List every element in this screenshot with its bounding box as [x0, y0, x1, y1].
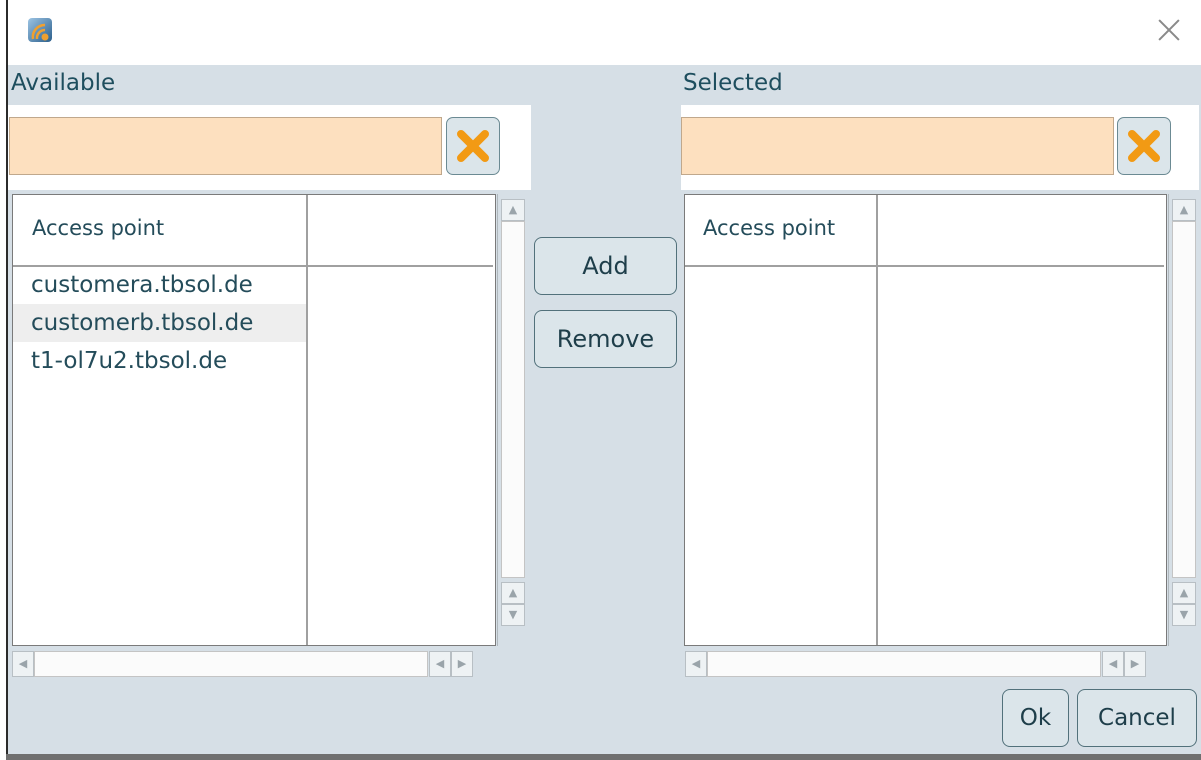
available-filter-input[interactable]: [9, 117, 442, 175]
ok-button[interactable]: Ok: [1002, 689, 1069, 747]
table-header-divider: [685, 265, 1164, 267]
scroll-left-icon[interactable]: ◀: [685, 651, 707, 677]
selected-vertical-scrollbar[interactable]: ▲ ▲ ▼: [1168, 194, 1200, 646]
scroll-up-icon[interactable]: ▲: [1172, 199, 1196, 221]
available-label: Available: [11, 70, 116, 96]
app-logo-icon: [27, 17, 53, 43]
scroll-up-icon[interactable]: ▲: [501, 199, 525, 221]
table-row[interactable]: t1-ol7u2.tbsol.de: [13, 342, 306, 380]
column-header-access-point[interactable]: Access point: [703, 216, 835, 240]
scroll-track[interactable]: [501, 221, 525, 578]
clear-x-icon: [1128, 130, 1160, 162]
scroll-down-icon[interactable]: ▼: [1172, 604, 1196, 626]
column-divider: [306, 195, 308, 645]
column-divider: [876, 195, 878, 645]
clear-x-icon: [457, 130, 489, 162]
table-row[interactable]: customera.tbsol.de: [13, 266, 306, 304]
scroll-left-icon[interactable]: ◀: [1102, 651, 1124, 677]
scroll-down-icon[interactable]: ▼: [501, 604, 525, 626]
cancel-button[interactable]: Cancel: [1077, 689, 1197, 747]
column-header-access-point[interactable]: Access point: [32, 216, 164, 240]
available-clear-button[interactable]: [446, 117, 500, 175]
scroll-up-icon[interactable]: ▲: [501, 582, 525, 604]
scroll-left-icon[interactable]: ◀: [12, 651, 34, 677]
remove-button[interactable]: Remove: [534, 310, 677, 368]
available-horizontal-scrollbar[interactable]: ◀ ◀ ▶: [8, 648, 496, 678]
scroll-right-icon[interactable]: ▶: [1124, 651, 1146, 677]
scroll-right-icon[interactable]: ▶: [451, 651, 473, 677]
title-bar: [8, 0, 1201, 65]
selected-table: Access point: [684, 194, 1167, 646]
available-vertical-scrollbar[interactable]: ▲ ▲ ▼: [497, 194, 529, 646]
add-button[interactable]: Add: [534, 237, 677, 295]
scroll-left-icon[interactable]: ◀: [429, 651, 451, 677]
available-table: Access point customera.tbsol.de customer…: [12, 194, 496, 646]
scroll-track[interactable]: [1172, 221, 1196, 578]
selected-filter-input[interactable]: [681, 117, 1114, 175]
table-row-selected[interactable]: customerb.tbsol.de: [13, 304, 306, 342]
scroll-track[interactable]: [707, 651, 1101, 677]
selected-label: Selected: [683, 70, 783, 96]
selected-clear-button[interactable]: [1117, 117, 1171, 175]
scroll-track[interactable]: [34, 651, 428, 677]
scroll-up-icon[interactable]: ▲: [1172, 582, 1196, 604]
close-icon[interactable]: [1157, 18, 1181, 42]
window-border-bottom: [6, 754, 1201, 760]
selected-horizontal-scrollbar[interactable]: ◀ ◀ ▶: [681, 648, 1168, 678]
